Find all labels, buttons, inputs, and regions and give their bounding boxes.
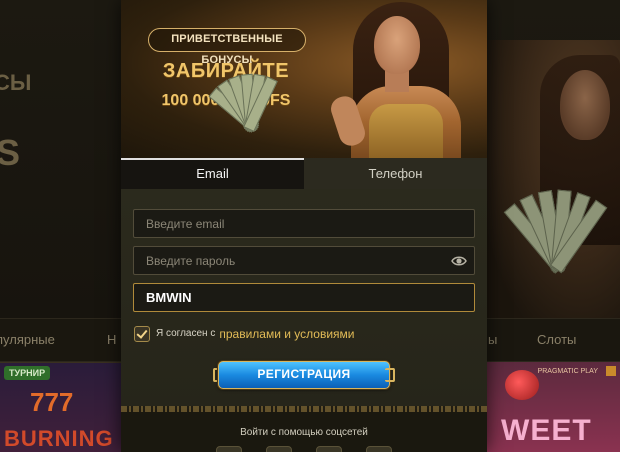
bg-cash-icon	[503, 180, 608, 280]
bg-nav-item-new[interactable]: Н	[107, 332, 116, 347]
register-button[interactable]: РЕГИСТРАЦИЯ	[218, 361, 390, 389]
game-tile-title: BURNING	[4, 426, 114, 451]
fruit-icon	[505, 370, 539, 400]
promo-code-field	[133, 283, 475, 312]
social-icons-row	[121, 446, 487, 452]
game-tile-title: WEET	[501, 414, 592, 447]
bg-game-tile-burning[interactable]: ТУРНИР 777 BURNING	[0, 362, 121, 452]
email-field	[133, 209, 475, 238]
terms-link[interactable]: правилами и условиями	[219, 327, 354, 341]
tab-phone[interactable]: Телефон	[304, 158, 487, 189]
register-button-wrapper: РЕГИСТРАЦИЯ	[213, 359, 395, 391]
social-icon-3[interactable]	[316, 446, 342, 452]
bg-nav-item-popular[interactable]: пулярные	[0, 332, 55, 347]
terms-checkbox[interactable]	[134, 325, 150, 342]
cash-fan-icon	[208, 66, 281, 136]
social-icon-4[interactable]	[366, 446, 392, 452]
bg-nav-item-slots[interactable]: Слоты	[537, 332, 576, 347]
bg-nav-item-partial[interactable]: ы	[488, 332, 497, 347]
password-field	[133, 246, 475, 275]
ornament-right-icon	[385, 368, 395, 382]
banner-pill: ПРИВЕТСТВЕННЫЕ БОНУСЫ	[148, 28, 306, 66]
registration-modal: ПРИВЕТСТВЕННЫЕ БОНУСЫ ЗАБИРАЙТЕ 100 000₽…	[121, 0, 487, 452]
welcome-bonus-banner: ПРИВЕТСТВЕННЫЕ БОНУСЫ ЗАБИРАЙТЕ 100 000₽…	[121, 0, 487, 158]
social-icon-1[interactable]	[216, 446, 242, 452]
terms-text: Я согласен с	[156, 328, 216, 339]
tournament-badge: ТУРНИР	[4, 366, 51, 380]
tab-email[interactable]: Email	[121, 158, 304, 189]
email-input[interactable]	[134, 210, 474, 237]
auth-method-tabs: Email Телефон	[121, 158, 487, 189]
promo-code-input[interactable]	[134, 284, 474, 311]
bg-promo-big: S	[0, 132, 21, 173]
terms-agreement: Я согласен с правилами и условиями	[134, 325, 355, 342]
promo-model-image	[321, 0, 487, 158]
game-tile-number: 777	[30, 387, 74, 417]
provider-logo: PRAGMATIC PLAY	[537, 368, 598, 375]
eye-icon[interactable]	[451, 254, 467, 268]
social-login-label: Войти с помощью соцсетей	[240, 427, 368, 438]
registration-form: Я согласен с правилами и условиями РЕГИС…	[121, 189, 487, 409]
bg-woman-face	[560, 70, 610, 140]
corner-badge-icon	[606, 366, 616, 376]
social-login-section: Войти с помощью соцсетей	[121, 412, 487, 452]
password-input[interactable]	[134, 247, 474, 274]
bg-game-tile-sweet[interactable]: PRAGMATIC PLAY WEET	[487, 362, 620, 452]
social-icon-2[interactable]	[266, 446, 292, 452]
bg-promo-text: СЫ	[0, 70, 32, 95]
